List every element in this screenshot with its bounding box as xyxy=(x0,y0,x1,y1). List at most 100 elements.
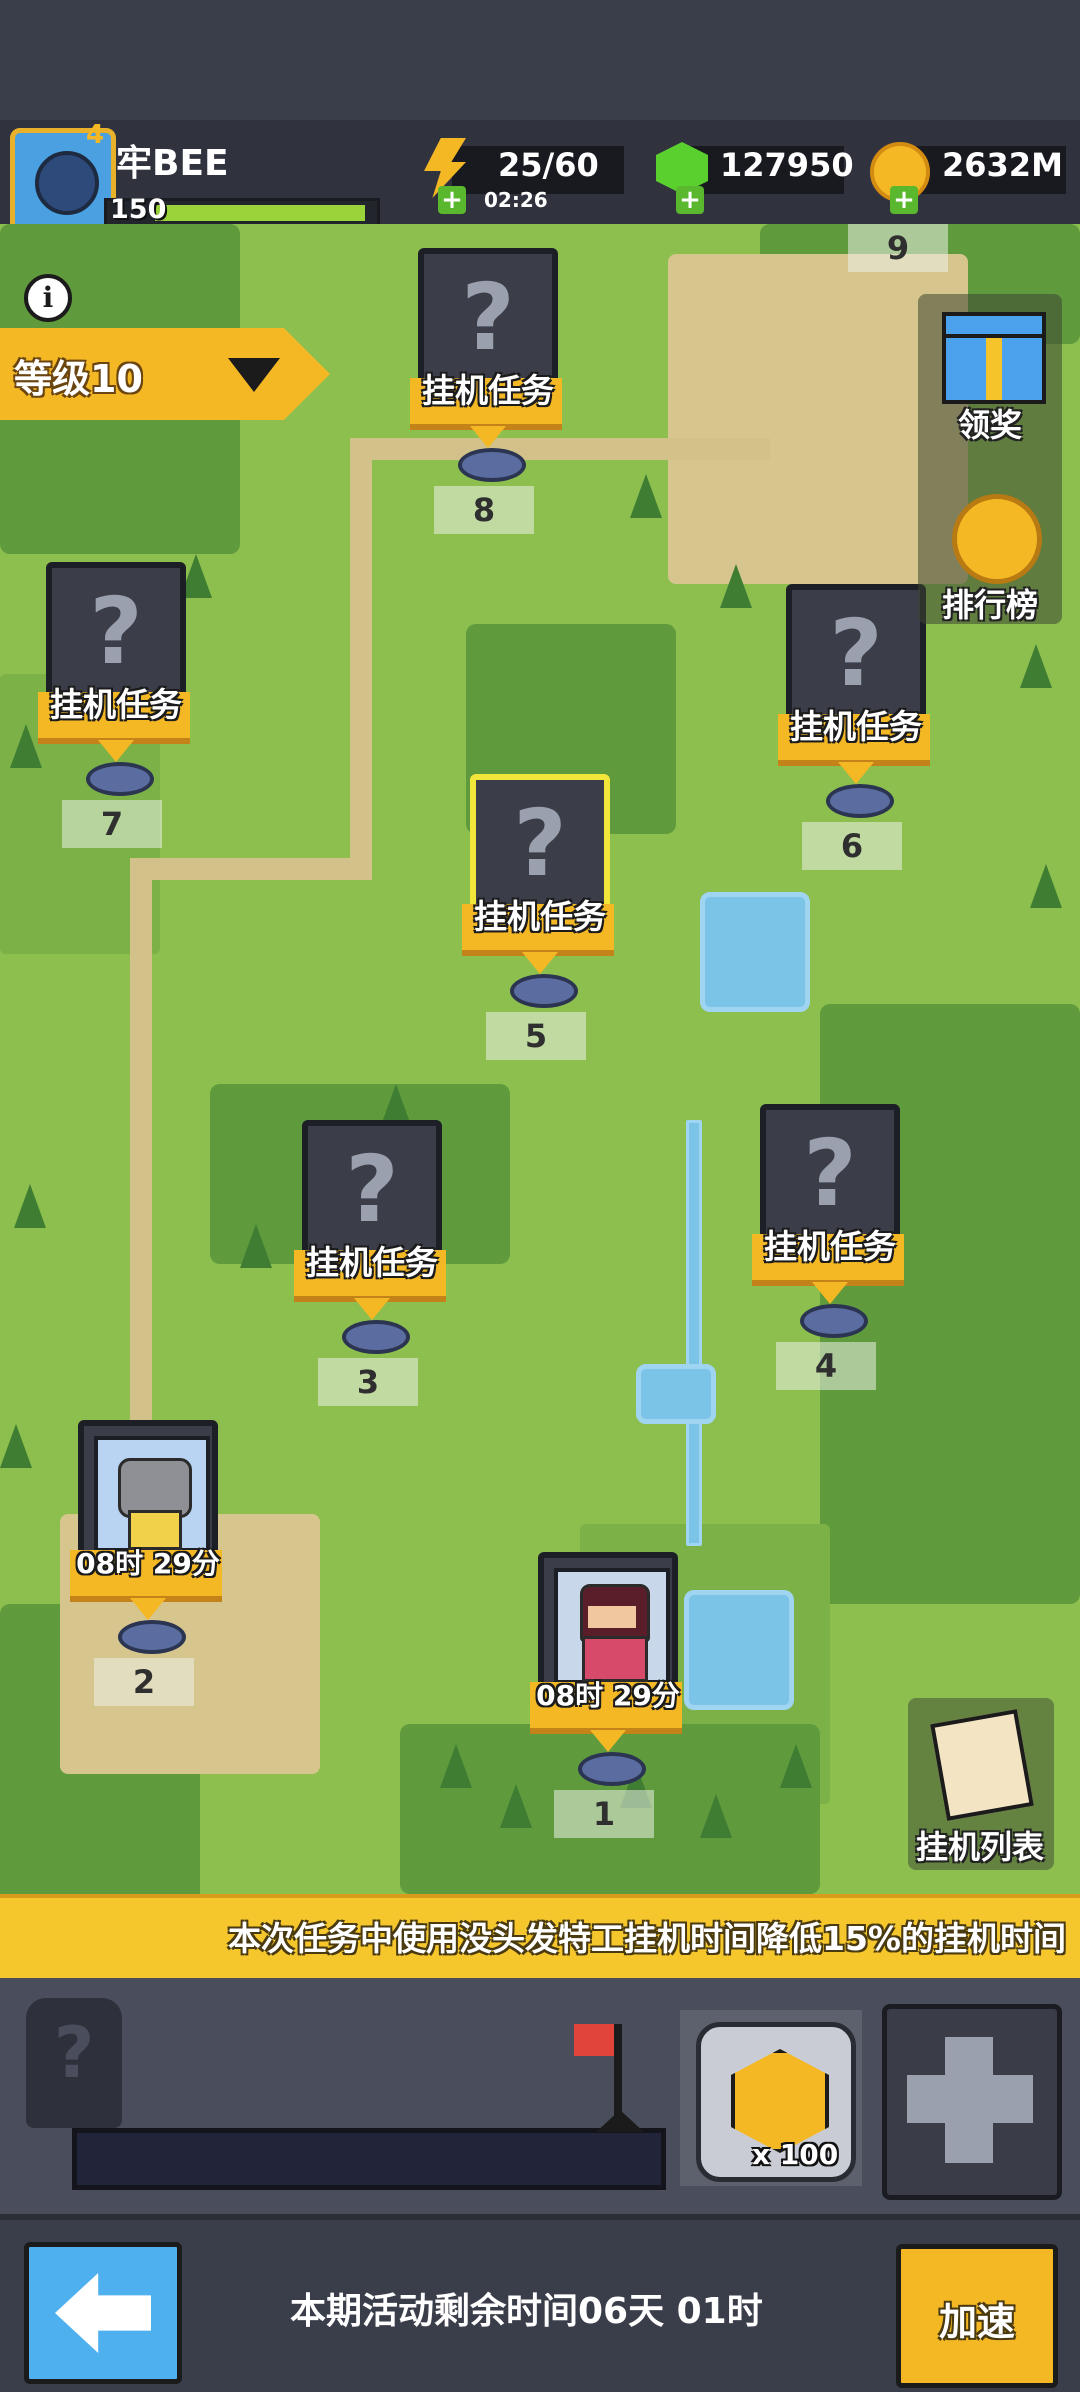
pointer-arrow-icon xyxy=(470,426,506,448)
stage-progress-bar xyxy=(72,2128,666,2190)
pointer-arrow-icon xyxy=(130,1598,166,1620)
level-selector-label: 等级10 xyxy=(14,357,143,401)
boost-item-count: x 100 xyxy=(752,2138,839,2171)
stage-number: 1 xyxy=(554,1790,654,1838)
stage-label: 挂机任务 xyxy=(474,897,606,936)
info-icon[interactable]: i xyxy=(24,274,72,322)
energy-plus-icon[interactable]: + xyxy=(438,186,466,214)
status-bar-area xyxy=(0,0,1080,120)
tree xyxy=(14,1184,46,1228)
leaderboard-button[interactable]: 排行榜 xyxy=(920,484,1060,624)
stage-number: 2 xyxy=(94,1658,194,1706)
stage-timer: 08时 29分 xyxy=(536,1679,680,1712)
back-button[interactable] xyxy=(24,2242,182,2384)
pond xyxy=(636,1364,716,1424)
stream xyxy=(686,1120,702,1546)
boost-item-button[interactable]: x 100 xyxy=(680,2010,862,2186)
stage-label: 挂机任务 xyxy=(50,685,182,724)
stage-number: 5 xyxy=(486,1012,586,1060)
back-arrow-icon xyxy=(55,2273,151,2353)
stage-number-9: 9 xyxy=(848,224,948,272)
flag-base xyxy=(596,2110,644,2132)
pedestal xyxy=(86,762,154,796)
footer-bar: 本期活动剩余时间06天 01时 加速 xyxy=(0,2220,1080,2392)
gems-plus-icon[interactable]: + xyxy=(676,186,704,214)
energy-timer: 02:26 xyxy=(484,188,548,212)
map-path xyxy=(350,438,372,858)
ninja-portrait-icon xyxy=(554,1568,670,1684)
pedestal xyxy=(826,784,894,818)
idle-list-button[interactable]: 挂机列表 xyxy=(908,1698,1054,1870)
pedestal xyxy=(800,1304,868,1338)
stage-number: 7 xyxy=(62,800,162,848)
tree xyxy=(240,1224,272,1268)
tree xyxy=(1020,644,1052,688)
pointer-arrow-icon xyxy=(590,1730,626,1752)
chevron-down-icon xyxy=(228,358,280,392)
stage-label: 挂机任务 xyxy=(306,1243,438,1282)
speedup-button[interactable]: 加速 xyxy=(896,2244,1058,2388)
pointer-arrow-icon xyxy=(522,952,558,974)
pond xyxy=(700,892,810,1012)
player-name: 牢BEE xyxy=(116,143,229,184)
event-remaining-time: 本期活动剩余时间06天 01时 xyxy=(290,2291,763,2332)
map-path xyxy=(350,438,770,460)
pedestal xyxy=(458,448,526,482)
stage-label: 挂机任务 xyxy=(764,1227,896,1266)
pond xyxy=(684,1590,794,1710)
gift-box-icon xyxy=(942,312,1046,404)
stage-label: 挂机任务 xyxy=(422,371,554,410)
question-mark-icon: ? xyxy=(345,1136,399,1243)
pedestal xyxy=(118,1620,186,1654)
tree xyxy=(1030,864,1062,908)
question-mark-icon: ? xyxy=(461,264,515,371)
energy-value: 25/60 xyxy=(498,146,599,184)
pointer-arrow-icon xyxy=(812,1282,848,1304)
gold-value: 2632M xyxy=(942,146,1063,184)
xp-bar-fill xyxy=(155,205,365,221)
stage-number: 6 xyxy=(802,822,902,870)
xp-value: 150 xyxy=(110,194,167,225)
trophy-medal-icon xyxy=(952,494,1042,584)
stage-number: 4 xyxy=(776,1342,876,1390)
pointer-arrow-icon xyxy=(98,740,134,762)
cat-portrait-icon xyxy=(94,1436,210,1552)
stage-label: 挂机任务 xyxy=(790,707,922,746)
tree xyxy=(500,1784,532,1828)
pointer-arrow-icon xyxy=(354,1298,390,1320)
hero-slot-panel: ? x 100 xyxy=(0,1978,1080,2220)
hud-bar: 4 牢BEE 150 + 25/60 02:26 + 127950 + 2632… xyxy=(0,120,1080,234)
buff-banner-text: 本次任务中使用没头发特工挂机时间降低15%的挂机时间 xyxy=(228,1919,1066,1958)
terrain-forest xyxy=(820,1004,1080,1604)
level-selector[interactable]: 等级10 xyxy=(0,328,330,420)
pointer-arrow-icon xyxy=(838,762,874,784)
rewards-label: 领奖 xyxy=(957,406,1022,444)
question-mark-icon: ? xyxy=(803,1120,857,1227)
avatar-face-icon xyxy=(35,151,99,215)
gems-value: 127950 xyxy=(720,146,854,184)
stage-number: 8 xyxy=(434,486,534,534)
player-level-badge: 4 xyxy=(86,120,105,150)
question-mark-icon: ? xyxy=(89,578,143,685)
add-hero-button[interactable] xyxy=(882,2004,1062,2200)
question-mark-icon: ? xyxy=(829,600,883,707)
pedestal xyxy=(342,1320,410,1354)
tree xyxy=(780,1744,812,1788)
pedestal xyxy=(578,1752,646,1786)
unknown-hero-silhouette-icon: ? xyxy=(26,1998,122,2128)
tree xyxy=(630,474,662,518)
rewards-button[interactable]: 领奖 xyxy=(920,304,1060,444)
buff-banner: 本次任务中使用没头发特工挂机时间降低15%的挂机时间 xyxy=(0,1894,1080,1982)
tree xyxy=(700,1794,732,1838)
pedestal xyxy=(510,974,578,1008)
tree xyxy=(440,1744,472,1788)
gold-plus-icon[interactable]: + xyxy=(890,186,918,214)
leaderboard-label: 排行榜 xyxy=(941,586,1038,624)
scroll-document-icon xyxy=(930,1709,1034,1821)
stage-map[interactable]: i 等级10 9 ? 挂机任务 8 ? 挂机任务 7 ? 挂机任务 6 ? 挂机… xyxy=(0,224,1080,1894)
tree xyxy=(720,564,752,608)
tree xyxy=(0,1424,32,1468)
speedup-label: 加速 xyxy=(938,2300,1015,2344)
idle-list-label: 挂机列表 xyxy=(915,1828,1044,1866)
stage-timer: 08时 29分 xyxy=(76,1547,220,1580)
